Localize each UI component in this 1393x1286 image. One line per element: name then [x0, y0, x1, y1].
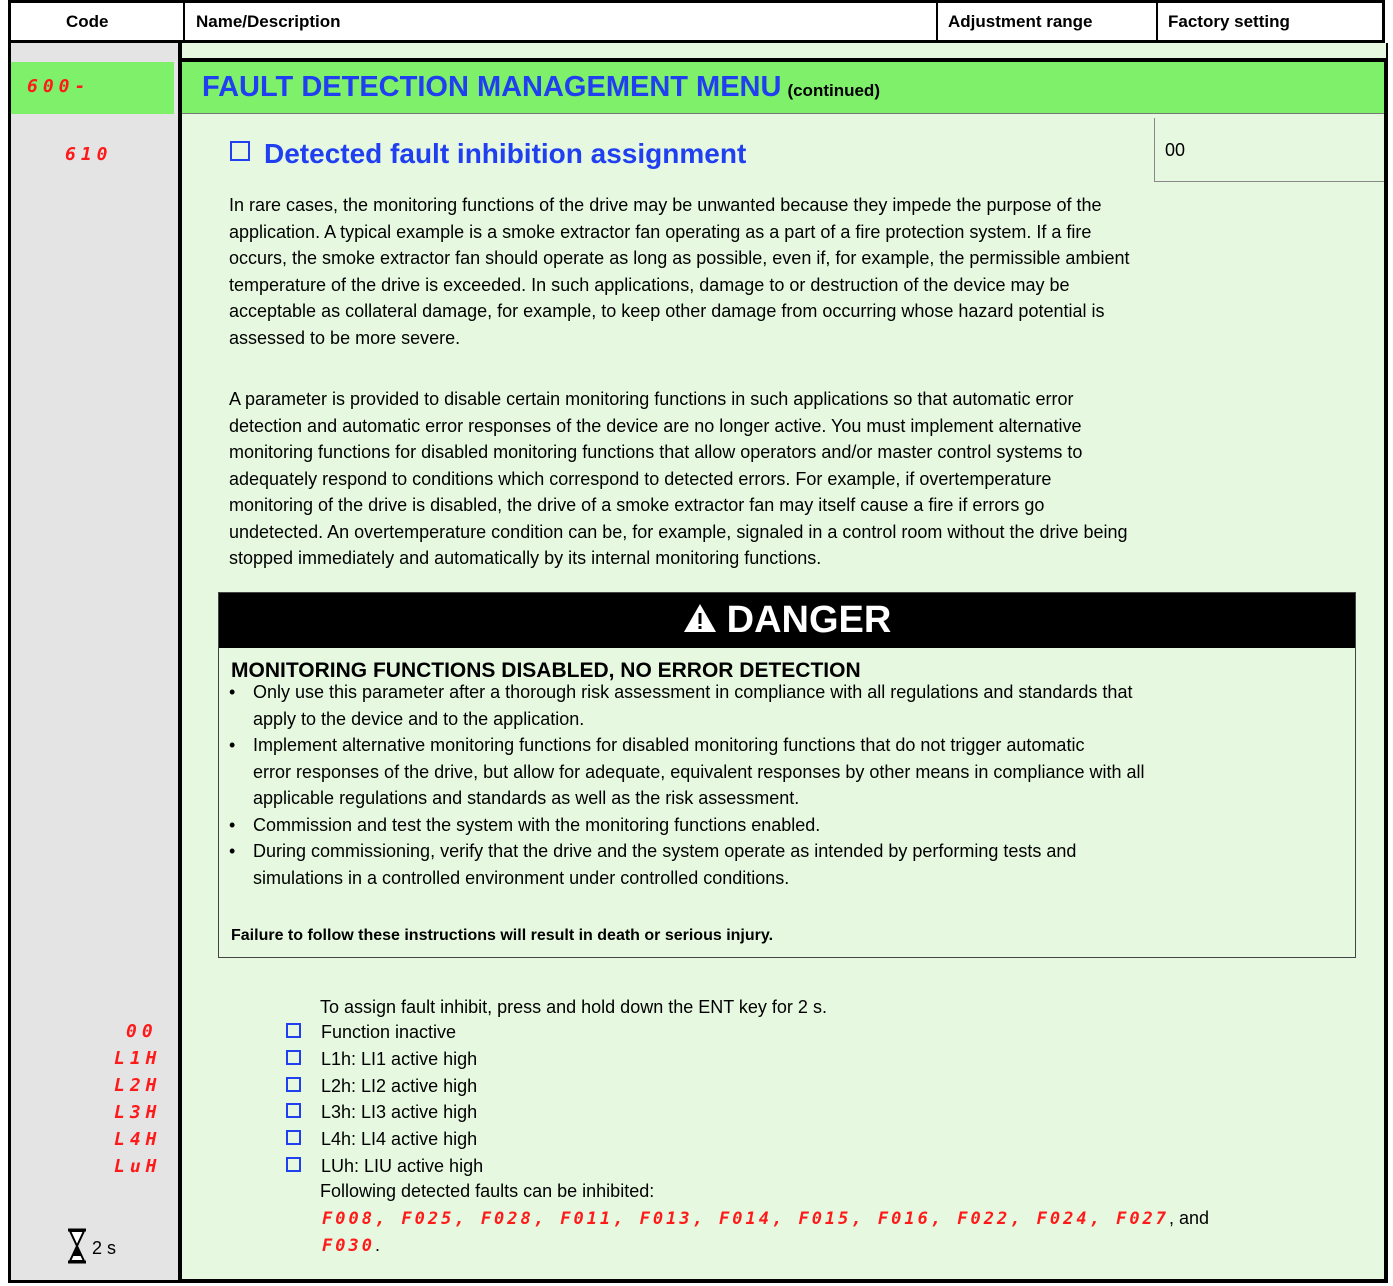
option-code: LuH [114, 1156, 162, 1177]
fault-codes-period: . [374, 1235, 380, 1255]
text-line: occurs, the smoke extractor fan should o… [229, 248, 1130, 268]
option-label: L1h: LI1 active high [321, 1049, 478, 1069]
checkbox-icon [286, 1103, 301, 1118]
text-line: monitoring functions for disabled monito… [229, 442, 1083, 462]
hold-time: 2 s [92, 1238, 117, 1258]
text-line: A parameter is provided to disable certa… [229, 389, 1074, 409]
header-code: Code [66, 12, 109, 31]
fault-codes: F030 [322, 1236, 375, 1256]
paragraph-2: A parameter is provided to disable certa… [229, 386, 1128, 572]
bullet-dot: • [229, 735, 236, 755]
header-divider [1156, 3, 1158, 40]
text-line: Implement alternative monitoring functio… [253, 735, 1085, 755]
bullet-dot: • [229, 841, 236, 861]
fault-codes-line: F030. [322, 1232, 380, 1260]
option-label: L4h: LI4 active high [321, 1129, 478, 1149]
option-item: L3h: LI3 active high [286, 1099, 477, 1125]
checkbox-icon [286, 1130, 301, 1145]
text-line: Commission and test the system with the … [253, 815, 821, 835]
option-item: L2h: LI2 active high [286, 1073, 477, 1099]
danger-header: DANGER [219, 593, 1355, 648]
checkbox-icon [230, 141, 250, 161]
text-line: stopped immediately and automatically by… [229, 548, 822, 568]
checkbox-icon [286, 1050, 301, 1065]
danger-warning: Failure to follow these instructions wil… [231, 927, 774, 944]
option-item: Function inactive [286, 1019, 456, 1045]
bullet-dot: • [229, 815, 236, 835]
header-adjustment: Adjustment range [948, 12, 1093, 31]
option-label: L3h: LI3 active high [321, 1102, 478, 1122]
danger-box: DANGER MONITORING FUNCTIONS DISABLED, NO… [218, 592, 1356, 958]
parameter-code: 610 [65, 144, 113, 165]
text-line: monitoring of the drive is disabled, the… [229, 495, 1045, 515]
option-code: L4H [114, 1129, 162, 1150]
menu-continued: (continued) [787, 81, 880, 100]
text-line: undetected. An overtemperature condition… [229, 521, 1128, 542]
parameter-title-text: Detected fault inhibition assignment [264, 138, 747, 169]
text-line: During commissioning, verify that the dr… [253, 841, 1077, 861]
parameter-title: Detected fault inhibition assignment [230, 138, 746, 170]
options-intro: To assign fault inhibit, press and hold … [320, 997, 827, 1017]
hourglass-icon [66, 1228, 88, 1269]
text-line: applicable regulations and standards as … [253, 788, 800, 808]
bullet-dot: • [229, 682, 236, 702]
fault-codes-and: , and [1169, 1208, 1210, 1228]
paragraph-1: In rare cases, the monitoring functions … [229, 192, 1129, 351]
following-faults-label: Following detected faults can be inhibit… [320, 1181, 655, 1201]
header-name: Name/Description [196, 12, 341, 31]
text-line: error responses of the drive, but allow … [253, 761, 1145, 782]
text-line: detection and automatic error responses … [229, 415, 1082, 436]
option-item: LUh: LIU active high [286, 1153, 483, 1179]
danger-label: DANGER [726, 599, 892, 641]
header-factory: Factory setting [1168, 12, 1290, 31]
text-line: assessed to be more severe. [229, 327, 461, 348]
text-line: acceptable as collateral damage, for exa… [229, 301, 1105, 321]
checkbox-icon [286, 1157, 301, 1172]
option-code: 00 [126, 1021, 158, 1042]
code-column [8, 43, 178, 1283]
text-line: Only use this parameter after a thorough… [253, 682, 1133, 702]
option-code: L3H [114, 1102, 162, 1123]
text-line: In rare cases, the monitoring functions … [229, 195, 1102, 215]
menu-title: FAULT DETECTION MANAGEMENT MENU (continue… [202, 71, 880, 104]
text-line: application. A typical example is a smok… [229, 221, 1092, 242]
header-divider [936, 3, 938, 40]
option-code: L2H [114, 1075, 162, 1096]
option-item: L1h: LI1 active high [286, 1046, 477, 1072]
option-label: LUh: LIU active high [321, 1156, 484, 1176]
option-code: L1H [114, 1048, 162, 1069]
option-label: L2h: LI2 active high [321, 1076, 478, 1096]
menu-code: 600- [27, 76, 91, 97]
text-line: adequately respond to conditions which c… [229, 468, 1052, 489]
text-line: temperature of the drive is exceeded. In… [229, 274, 1070, 295]
factory-value: 00 [1165, 140, 1186, 160]
header-divider [183, 3, 185, 40]
text-line: apply to the device and to the applicati… [253, 708, 585, 729]
checkbox-icon [286, 1023, 301, 1038]
fault-codes-line: F008, F025, F028, F011, F013, F014, F015… [322, 1205, 1209, 1233]
warning-triangle-icon [683, 594, 717, 649]
factory-setting-cell: 00 [1154, 118, 1384, 182]
option-label: Function inactive [321, 1022, 457, 1042]
table-header: Code Name/Description Adjustment range F… [8, 0, 1385, 43]
option-item: L4h: LI4 active high [286, 1126, 477, 1152]
checkbox-icon [286, 1077, 301, 1092]
fault-codes: F008, F025, F028, F011, F013, F014, F015… [322, 1209, 1170, 1229]
text-line: simulations in a controlled environment … [253, 867, 790, 888]
menu-title-text: FAULT DETECTION MANAGEMENT MENU [202, 71, 782, 103]
